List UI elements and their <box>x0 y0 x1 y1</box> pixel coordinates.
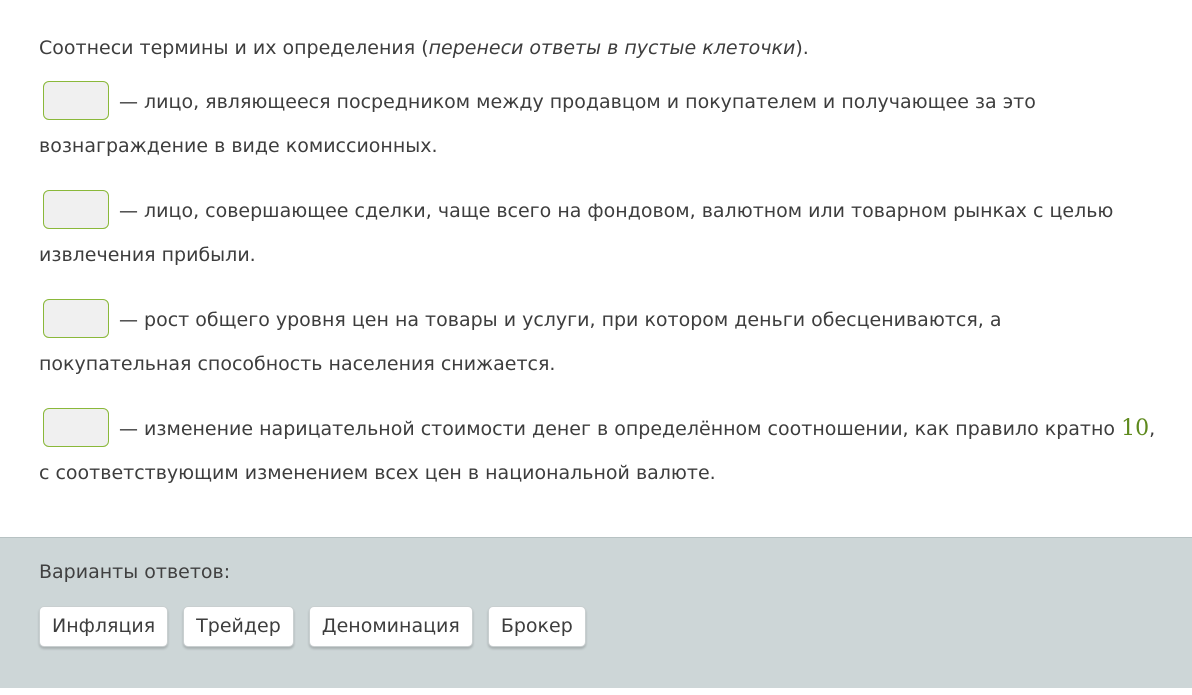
exercise-page: Соотнеси термины и их определения (перен… <box>0 0 1192 695</box>
instruction-italic-text: перенеси ответы в пустые клеточки <box>428 37 796 59</box>
definition-item-4: — изменение нарицательной стоимости дене… <box>39 407 1159 495</box>
definition-text-2: — лицо, совершающее сделки, чаще всего н… <box>39 200 1114 266</box>
definition-item-2: — лицо, совершающее сделки, чаще всего н… <box>39 189 1159 277</box>
answer-chips: Инфляция Трейдер Деноминация Брокер <box>39 606 586 647</box>
bottom-border <box>0 688 1192 695</box>
number-value: 10 <box>1121 416 1150 441</box>
task-instruction: Соотнеси термины и их определения (перен… <box>39 36 1159 60</box>
answer-chip-denomination[interactable]: Деноминация <box>308 606 473 647</box>
definition-text-3: — рост общего уровня цен на товары и усл… <box>39 309 1002 375</box>
answer-options-panel: Варианты ответов: Инфляция Трейдер Деном… <box>0 537 1192 688</box>
drop-slot-1[interactable] <box>43 81 109 120</box>
drop-slot-2[interactable] <box>43 190 109 229</box>
drop-slot-3[interactable] <box>43 299 109 338</box>
definition-text-4: — изменение нарицательной стоимости дене… <box>119 418 1122 440</box>
definition-text-1: — лицо, являющееся посредником между про… <box>39 91 1036 157</box>
drop-slot-4[interactable] <box>43 408 109 447</box>
definition-item-3: — рост общего уровня цен на товары и усл… <box>39 298 1159 386</box>
instruction-end-text: ). <box>795 37 809 59</box>
instruction-text: Соотнеси термины и их определения ( <box>39 37 429 59</box>
answer-chip-broker[interactable]: Брокер <box>487 606 586 647</box>
definition-item-1: — лицо, являющееся посредником между про… <box>39 80 1159 168</box>
answer-chip-inflation[interactable]: Инфляция <box>39 606 169 647</box>
answer-options-title: Варианты ответов: <box>39 561 231 583</box>
task-area: Соотнеси термины и их определения (перен… <box>39 36 1159 495</box>
answer-chip-trader[interactable]: Трейдер <box>183 606 294 647</box>
